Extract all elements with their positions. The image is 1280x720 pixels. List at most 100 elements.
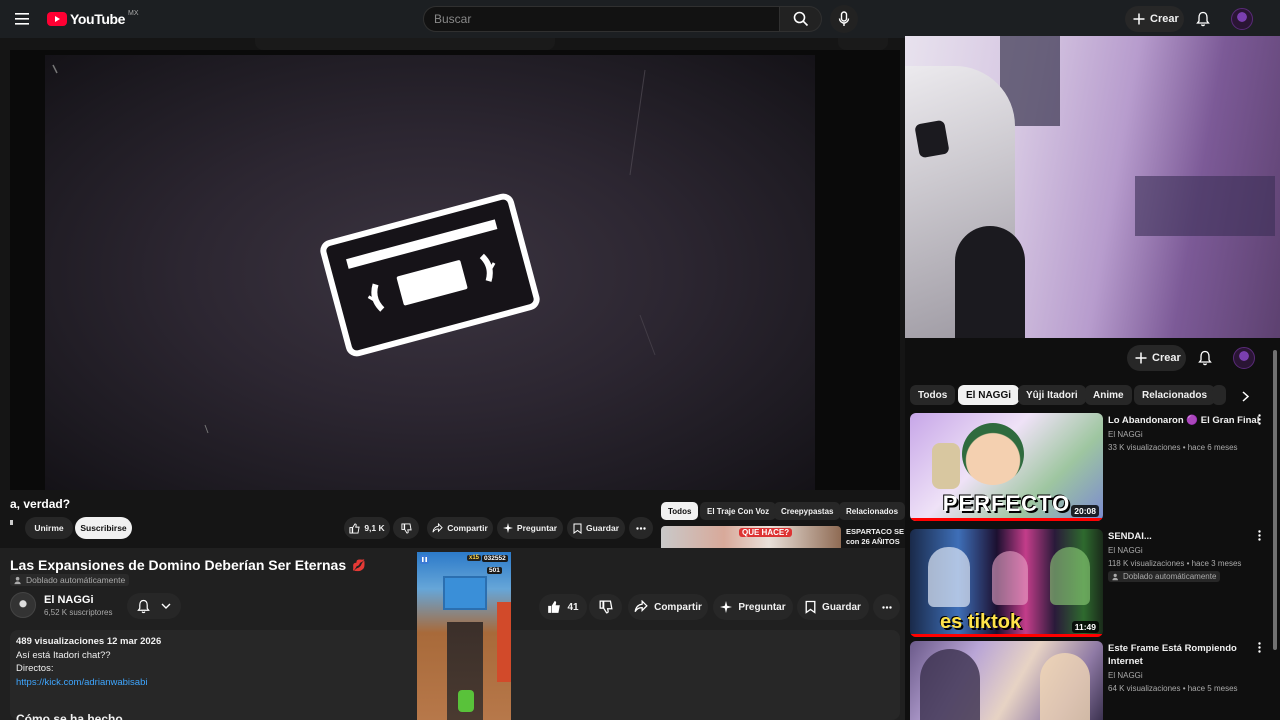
chip-relacionados[interactable]: Relacionados	[1134, 385, 1216, 405]
related-video-thumbnail[interactable]	[910, 641, 1103, 720]
panel-create-label: Crear	[1152, 352, 1181, 364]
youtube-logo[interactable]: YouTube MX	[47, 10, 139, 27]
embedded-chip-creepypastas[interactable]: Creepypastas	[774, 502, 841, 520]
thumb-caption: es tiktok	[940, 611, 1022, 633]
save-button[interactable]: Guardar	[797, 594, 869, 620]
dislike-button[interactable]	[589, 594, 622, 620]
like-count: 41	[567, 601, 579, 613]
share-icon	[432, 522, 443, 532]
embedded-ask-label: Preguntar	[516, 523, 558, 533]
webcam-chair-hole	[914, 119, 950, 159]
related-video-title[interactable]: Este Frame Está Rompiendo Internet	[1108, 642, 1268, 668]
more-horizontal-icon	[881, 605, 892, 609]
related-video-meta: 64 K visualizaciones • hace 5 meses	[1108, 684, 1238, 693]
thumb-figure-3	[1050, 547, 1090, 605]
thumb-figure-1	[928, 547, 970, 607]
channel-subscribers: 6,52 K suscriptores	[44, 608, 113, 617]
chip-todos[interactable]: Todos	[910, 385, 956, 405]
related-video-channel[interactable]: El NAGGi	[1108, 546, 1143, 555]
ask-button[interactable]: Preguntar	[713, 594, 793, 620]
logo-text: YouTube	[70, 11, 126, 27]
subscribe-button[interactable]: Suscribirse	[75, 517, 132, 539]
share-label: Compartir	[654, 601, 702, 613]
description-line-1: Así está Itadori chat??	[16, 650, 111, 661]
panel-notifications-button[interactable]	[1193, 346, 1217, 370]
notifications-button[interactable]	[1191, 7, 1215, 31]
chevron-right-icon	[1241, 390, 1249, 402]
embedded-ask-button[interactable]: Preguntar	[497, 517, 563, 539]
embedded-chip-relacionados[interactable]: Relacionados	[839, 502, 906, 520]
lips-emoji: 💋	[352, 559, 366, 572]
panel-create-button[interactable]: Crear	[1127, 345, 1186, 371]
embedded-dislike-button[interactable]	[393, 517, 419, 539]
channel-name[interactable]: El NAGGi	[44, 594, 94, 606]
ask-label: Preguntar	[738, 601, 786, 613]
bell-icon	[1196, 11, 1210, 27]
description-link[interactable]: https://kick.com/adrianwabisabi	[16, 677, 147, 688]
thumbs-down-icon	[400, 522, 412, 534]
chip-anime[interactable]: Anime	[1085, 385, 1132, 405]
embedded-share-button[interactable]: Compartir	[427, 517, 493, 539]
bell-icon	[1198, 350, 1212, 366]
embedded-save-button[interactable]: Guardar	[567, 517, 625, 539]
vhs-cassette-icon	[320, 193, 540, 357]
chip-yuji-itadori[interactable]: Yûji Itadori	[1018, 385, 1086, 405]
related-video-channel[interactable]: El NAGGi	[1108, 430, 1143, 439]
related-video-thumbnail[interactable]: es tiktok 11:49	[910, 529, 1103, 637]
related-video-channel[interactable]: El NAGGi	[1108, 671, 1143, 680]
view-stats: 489 visualizaciones 12 mar 2026	[16, 636, 162, 647]
embedded-masthead-strip	[255, 38, 555, 50]
video-menu-icon[interactable]	[1258, 530, 1261, 541]
chips-next-button[interactable]	[1233, 384, 1257, 408]
like-button[interactable]: 41	[539, 594, 587, 620]
voice-search-button[interactable]	[830, 5, 858, 33]
menu-icon[interactable]	[11, 7, 35, 31]
game-train	[443, 576, 487, 610]
game-multiplier: x15	[467, 555, 482, 561]
chip-overflow[interactable]	[1212, 385, 1226, 405]
search-button[interactable]	[780, 6, 822, 32]
thumb-hand	[932, 443, 960, 489]
video-player[interactable]	[10, 50, 900, 490]
search-input[interactable]: Buscar	[423, 6, 780, 32]
related-video-title[interactable]: SENDAI...	[1108, 530, 1268, 543]
subscription-bell-button[interactable]	[127, 593, 181, 619]
webcam-overlay	[905, 36, 1280, 338]
pause-icon	[420, 555, 429, 564]
join-button[interactable]: Unirme	[25, 517, 73, 539]
more-actions-button[interactable]	[873, 594, 900, 620]
description-line-2: Directos:	[16, 663, 54, 674]
embedded-chip-todos[interactable]: Todos	[661, 502, 699, 520]
video-menu-icon[interactable]	[1258, 414, 1261, 425]
watch-progress-bar	[910, 634, 1103, 637]
share-button[interactable]: Compartir	[628, 594, 708, 620]
create-label: Crear	[1150, 13, 1179, 25]
webcam-desk	[1135, 176, 1275, 236]
video-title: Las Expansiones de Domino Deberían Ser E…	[10, 557, 366, 573]
video-menu-icon[interactable]	[1258, 642, 1261, 653]
user-avatar[interactable]	[1231, 8, 1253, 30]
chip-el-naggi[interactable]: El NAGGi	[958, 385, 1020, 405]
more-horizontal-icon	[636, 526, 646, 530]
related-video-title[interactable]: Lo Abandonaron 🟣 El Gran Final	[1108, 414, 1268, 427]
panel-user-avatar[interactable]	[1233, 347, 1255, 369]
embedded-like-button[interactable]: 9,1 K	[344, 517, 390, 539]
related-video-meta: 33 K visualizaciones • hace 6 meses	[1108, 443, 1238, 452]
create-button[interactable]: Crear	[1125, 6, 1184, 32]
search-icon	[793, 11, 808, 27]
embedded-save-label: Guardar	[585, 523, 620, 533]
save-label: Guardar	[822, 601, 861, 613]
embedded-related-thumb[interactable]: QUE HACE?	[661, 526, 841, 548]
related-video-thumbnail[interactable]: PERFECTO 20:08	[910, 413, 1103, 521]
video-duration: 11:49	[1071, 621, 1099, 633]
panel-scrollbar[interactable]	[1273, 350, 1277, 650]
embedded-more-button[interactable]	[629, 517, 653, 539]
embedded-chip-traje[interactable]: El Traje Con Voz	[700, 502, 777, 520]
channel-avatar[interactable]	[10, 592, 36, 618]
dubbing-icon	[14, 576, 21, 584]
embedded-related-title-1: ESPARTACO SE	[846, 527, 905, 536]
embedded-like-count: 9,1 K	[364, 523, 385, 533]
thumb-figure-2	[1040, 653, 1090, 720]
embedded-thumb-text: QUE HACE?	[739, 528, 793, 537]
video-title-text: Las Expansiones de Domino Deberían Ser E…	[10, 557, 347, 573]
